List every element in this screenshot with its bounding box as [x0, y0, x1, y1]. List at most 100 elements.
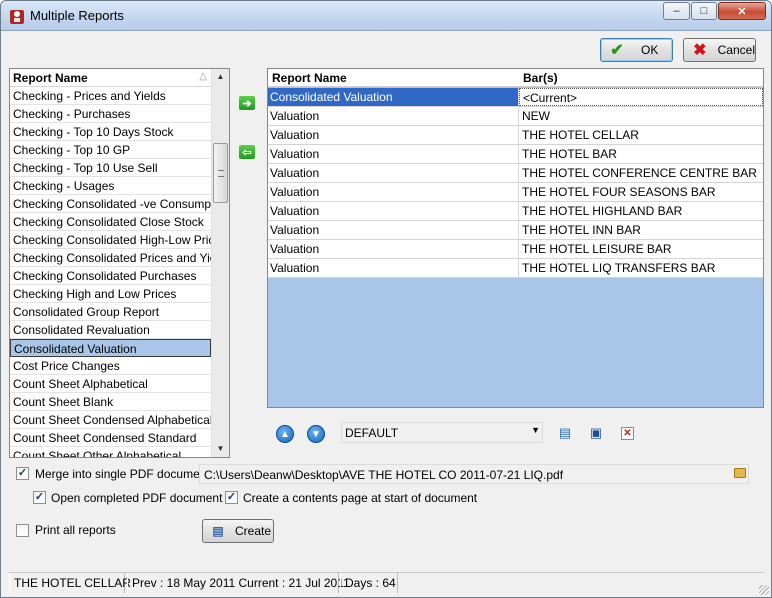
grid-cell-report[interactable]: Valuation: [268, 202, 519, 220]
preset-value: DEFAULT: [345, 426, 399, 440]
selected-reports-grid[interactable]: Report Name Bar(s) Consolidated Valuatio…: [267, 68, 764, 408]
report-list-item[interactable]: Consolidated Revaluation: [10, 321, 211, 339]
scrollbar-thumb[interactable]: [213, 143, 228, 203]
report-list-item[interactable]: Count Sheet Other Alphabetical: [10, 447, 211, 457]
report-list-item[interactable]: Checking High and Low Prices: [10, 285, 211, 303]
status-dates: Prev : 18 May 2011 Current : 21 Jul 2011: [127, 573, 350, 593]
scroll-down-arrow-icon[interactable]: ▼: [212, 441, 229, 457]
add-report-arrow-icon[interactable]: ➔: [239, 96, 255, 110]
folder-icon[interactable]: [734, 468, 746, 478]
create-label: Create: [235, 524, 272, 538]
grid-cell-report[interactable]: Valuation: [268, 221, 519, 239]
report-list-item[interactable]: Checking - Top 10 Days Stock: [10, 123, 211, 141]
grid-cell-report[interactable]: Valuation: [268, 259, 519, 277]
grid-rows: Consolidated Valuation <Current> Valuation…: [268, 88, 763, 278]
open-completed-pdf-label: Open completed PDF document: [51, 491, 223, 505]
report-list-item[interactable]: Cost Price Changes: [10, 357, 211, 375]
preset-select[interactable]: DEFAULT ▼: [341, 422, 543, 443]
report-list-item[interactable]: Checking - Top 10 Use Sell: [10, 159, 211, 177]
delete-preset-icon[interactable]: ✕: [621, 427, 634, 440]
grid-row[interactable]: Valuation THE HOTEL INN BAR: [268, 221, 763, 240]
multiple-reports-window: Multiple Reports – □ ✕ ✔ OK ✖ Cancel Rep…: [0, 0, 772, 598]
window-title: Multiple Reports: [30, 8, 124, 23]
grid-row[interactable]: Valuation NEW: [268, 107, 763, 126]
grid-cell-report[interactable]: Valuation: [268, 183, 519, 201]
report-list-rows: Checking - Prices and Yields Checking - P…: [10, 87, 211, 457]
grid-row[interactable]: Valuation THE HOTEL CELLAR: [268, 126, 763, 145]
report-list-item[interactable]: Count Sheet Blank: [10, 393, 211, 411]
report-list-header[interactable]: Report Name △: [10, 69, 211, 87]
grid-row[interactable]: Valuation THE HOTEL BAR: [268, 145, 763, 164]
report-list-item[interactable]: Count Sheet Condensed Alphabetical: [10, 411, 211, 429]
merge-pdf-label: Merge into single PDF document: [35, 467, 210, 481]
report-list-item[interactable]: Checking Consolidated High-Low Prices: [10, 231, 211, 249]
close-button[interactable]: ✕: [718, 2, 766, 20]
maximize-button[interactable]: □: [691, 2, 717, 20]
report-list-item[interactable]: Checking - Top 10 GP: [10, 141, 211, 159]
report-list-item[interactable]: Count Sheet Condensed Standard: [10, 429, 211, 447]
document-icon: ▤: [212, 524, 224, 538]
open-completed-pdf-checkbox[interactable]: ✓: [33, 491, 46, 504]
grid-cell-bars[interactable]: THE HOTEL LIQ TRANSFERS BAR: [519, 259, 763, 277]
report-list-item[interactable]: Checking - Purchases: [10, 105, 211, 123]
grid-row[interactable]: Valuation THE HOTEL FOUR SEASONS BAR: [268, 183, 763, 202]
report-list-item[interactable]: Checking - Usages: [10, 177, 211, 195]
report-list-item[interactable]: Consolidated Group Report: [10, 303, 211, 321]
scroll-up-arrow-icon[interactable]: ▲: [212, 69, 229, 85]
grid-row[interactable]: Valuation THE HOTEL LEISURE BAR: [268, 240, 763, 259]
report-list-item[interactable]: Count Sheet Alphabetical: [10, 375, 211, 393]
grid-cell-report[interactable]: Valuation: [268, 107, 519, 125]
cancel-button[interactable]: ✖ Cancel: [683, 38, 756, 62]
screen-icon[interactable]: ▣: [588, 425, 604, 441]
title-bar[interactable]: Multiple Reports – □ ✕: [1, 1, 771, 31]
minimize-button[interactable]: –: [663, 2, 690, 20]
report-list-item[interactable]: Checking Consolidated -ve Consumption: [10, 195, 211, 213]
move-up-icon[interactable]: ▲: [276, 425, 294, 443]
report-list-item[interactable]: Checking Consolidated Purchases: [10, 267, 211, 285]
report-list-item[interactable]: Consolidated Valuation: [10, 339, 211, 357]
grid-cell-bars[interactable]: THE HOTEL LEISURE BAR: [519, 240, 763, 258]
grid-cell-report[interactable]: Valuation: [268, 126, 519, 144]
checkmark-icon: ✔: [610, 42, 624, 59]
grid-cell-report[interactable]: Valuation: [268, 145, 519, 163]
grid-header-bars[interactable]: Bar(s): [523, 71, 558, 85]
grid-row[interactable]: Consolidated Valuation <Current>: [268, 88, 763, 107]
report-list-item[interactable]: Checking - Prices and Yields: [10, 87, 211, 105]
status-bar: THE HOTEL CELLAR Prev : 18 May 2011 Curr…: [9, 572, 765, 593]
cross-icon: ✖: [693, 42, 707, 59]
print-all-label: Print all reports: [35, 523, 116, 537]
dropdown-arrow-icon[interactable]: ▼: [531, 425, 540, 435]
resize-grip-icon[interactable]: [759, 585, 769, 595]
grid-cell-bars[interactable]: NEW: [519, 107, 763, 125]
grid-row[interactable]: Valuation THE HOTEL LIQ TRANSFERS BAR: [268, 259, 763, 278]
grid-cell-bars[interactable]: THE HOTEL CELLAR: [519, 126, 763, 144]
move-down-icon[interactable]: ▼: [307, 425, 325, 443]
grid-header: Report Name Bar(s): [268, 69, 763, 87]
report-list-item[interactable]: Checking Consolidated Prices and Yields: [10, 249, 211, 267]
report-list[interactable]: Report Name △ Checking - Prices and Yiel…: [9, 68, 230, 458]
contents-page-checkbox[interactable]: ✓: [225, 491, 238, 504]
grid-cell-bars[interactable]: THE HOTEL BAR: [519, 145, 763, 163]
grid-row[interactable]: Valuation THE HOTEL CONFERENCE CENTRE BAR: [268, 164, 763, 183]
pdf-path-value: C:\Users\Deanw\Desktop\AVE THE HOTEL CO …: [204, 468, 564, 482]
ok-button[interactable]: ✔ OK: [600, 38, 673, 62]
grid-cell-report[interactable]: Valuation: [268, 240, 519, 258]
report-list-item[interactable]: Checking Consolidated Close Stock: [10, 213, 211, 231]
grid-cell-report[interactable]: Valuation: [268, 164, 519, 182]
create-button[interactable]: ▤ Create: [202, 519, 274, 543]
remove-report-arrow-icon[interactable]: ⇦: [239, 145, 255, 159]
report-list-scrollbar[interactable]: ▲ ▼: [211, 69, 229, 457]
grid-cell-report[interactable]: Consolidated Valuation: [268, 88, 519, 106]
grid-cell-bars[interactable]: <Current>: [519, 88, 763, 106]
grid-cell-bars[interactable]: THE HOTEL HIGHLAND BAR: [519, 202, 763, 220]
status-bar-name: THE HOTEL CELLAR: [9, 573, 131, 593]
print-all-checkbox[interactable]: [16, 524, 29, 537]
grid-header-report-name[interactable]: Report Name: [272, 71, 347, 85]
merge-pdf-checkbox[interactable]: ✓: [16, 467, 29, 480]
document-icon[interactable]: ▤: [557, 425, 573, 441]
grid-cell-bars[interactable]: THE HOTEL CONFERENCE CENTRE BAR: [519, 164, 763, 182]
grid-row[interactable]: Valuation THE HOTEL HIGHLAND BAR: [268, 202, 763, 221]
grid-cell-bars[interactable]: THE HOTEL FOUR SEASONS BAR: [519, 183, 763, 201]
pdf-path-field[interactable]: C:\Users\Deanw\Desktop\AVE THE HOTEL CO …: [199, 464, 749, 484]
grid-cell-bars[interactable]: THE HOTEL INN BAR: [519, 221, 763, 239]
